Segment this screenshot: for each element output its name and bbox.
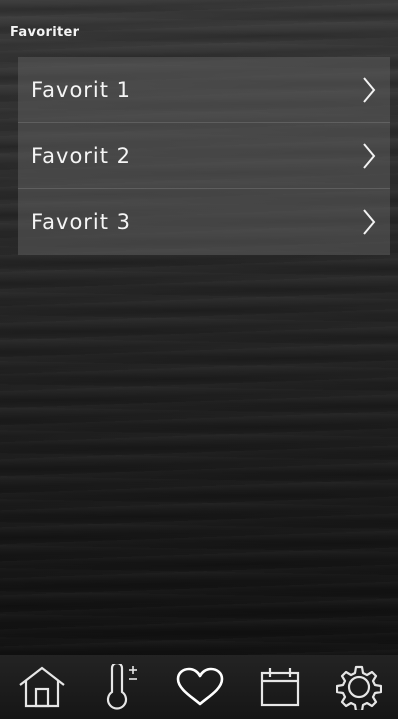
favorites-list: Favorit 1 Favorit 2 Favorit 3 bbox=[18, 57, 390, 255]
chevron-right-icon bbox=[363, 77, 376, 103]
page-header: Favoriter bbox=[10, 21, 390, 43]
chevron-right-icon bbox=[363, 209, 376, 235]
thermometer-icon bbox=[106, 664, 137, 710]
favorite-label: Favorit 2 bbox=[31, 144, 132, 168]
nav-favorites-button[interactable] bbox=[160, 655, 239, 719]
chevron-right-icon bbox=[363, 143, 376, 169]
favorite-label: Favorit 3 bbox=[31, 210, 132, 234]
bottom-nav-bar bbox=[0, 655, 398, 719]
favorite-item-3[interactable]: Favorit 3 bbox=[18, 189, 390, 255]
favorite-label: Favorit 1 bbox=[31, 78, 132, 102]
heart-icon bbox=[176, 667, 223, 706]
nav-settings-button[interactable] bbox=[319, 655, 398, 719]
favorite-item-1[interactable]: Favorit 1 bbox=[18, 57, 390, 123]
nav-climate-button[interactable] bbox=[80, 655, 159, 719]
nav-home-button[interactable] bbox=[2, 655, 81, 719]
app-screen: Favoriter Favorit 1 Favorit 2 Favorit 3 bbox=[0, 0, 398, 719]
favorite-item-2[interactable]: Favorit 2 bbox=[18, 123, 390, 189]
page-title: Favoriter bbox=[10, 25, 80, 40]
gear-icon bbox=[335, 665, 382, 710]
nav-calendar-button[interactable] bbox=[240, 655, 319, 719]
home-icon bbox=[18, 666, 65, 708]
calendar-icon bbox=[260, 668, 299, 707]
